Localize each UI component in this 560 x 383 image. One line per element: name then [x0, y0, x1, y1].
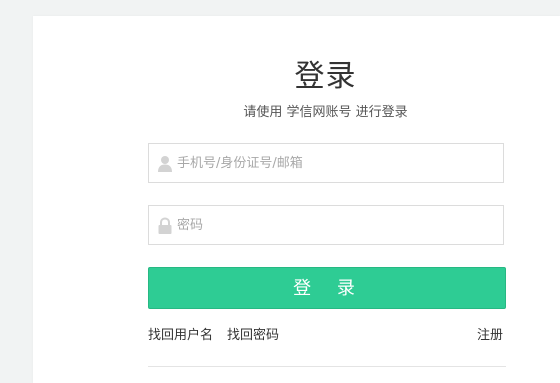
register-link[interactable]: 注册 [477, 326, 503, 346]
divider [148, 366, 506, 367]
username-input[interactable] [177, 144, 497, 182]
find-password-link[interactable]: 找回密码 [227, 326, 279, 346]
login-button[interactable]: 登 录 [148, 267, 506, 309]
login-page: 登录 请使用 学信网账号 进行登录 登 录 找回用户名 找回密码 注册 [0, 0, 560, 383]
page-title: 登录 [294, 59, 357, 94]
password-input[interactable] [177, 206, 497, 244]
find-username-link[interactable]: 找回用户名 [148, 326, 213, 346]
lock-icon [157, 217, 173, 235]
username-field[interactable] [148, 143, 504, 183]
page-subtitle: 请使用 学信网账号 进行登录 [243, 105, 408, 120]
user-icon [157, 155, 173, 173]
password-field[interactable] [148, 205, 504, 245]
